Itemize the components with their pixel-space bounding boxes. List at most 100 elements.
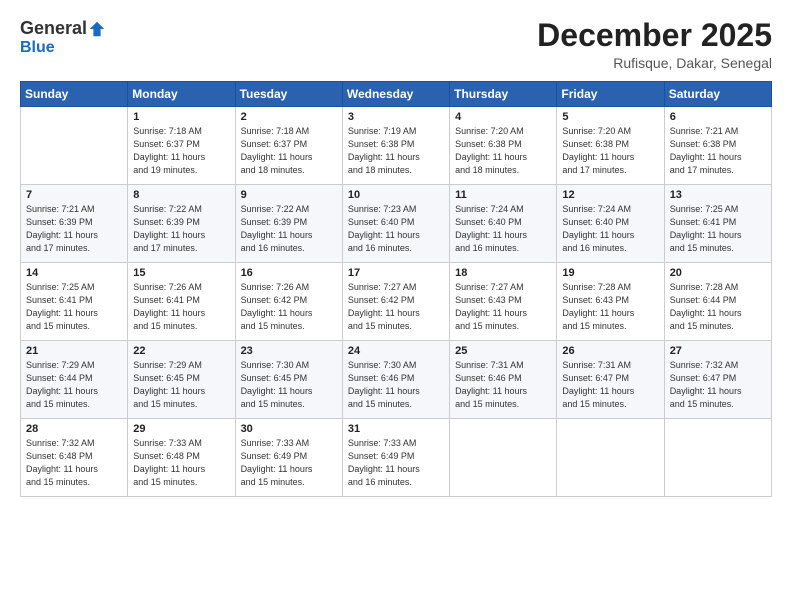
day-header-saturday: Saturday (664, 82, 771, 107)
calendar-cell: 10 Sunrise: 7:23 AMSunset: 6:40 PMDayligh… (342, 185, 449, 263)
day-number: 6 (670, 111, 766, 123)
day-number: 16 (241, 267, 337, 279)
calendar-cell: 20 Sunrise: 7:28 AMSunset: 6:44 PMDayligh… (664, 263, 771, 341)
day-info: Sunrise: 7:33 AMSunset: 6:49 PMDaylight:… (348, 437, 444, 489)
month-title: December 2025 (537, 18, 772, 53)
logo-icon (88, 20, 106, 38)
calendar-cell: 17 Sunrise: 7:27 AMSunset: 6:42 PMDayligh… (342, 263, 449, 341)
calendar: SundayMondayTuesdayWednesdayThursdayFrid… (20, 81, 772, 497)
calendar-cell: 30Sunrise: 7:33 AMSunset: 6:49 PMDayligh… (235, 419, 342, 497)
calendar-cell: 2 Sunrise: 7:18 AMSunset: 6:37 PMDaylight… (235, 107, 342, 185)
day-number: 2 (241, 111, 337, 123)
day-info: Sunrise: 7:31 AMSunset: 6:46 PMDaylight:… (455, 359, 551, 411)
day-number: 10 (348, 189, 444, 201)
day-number: 20 (670, 267, 766, 279)
calendar-cell: 27Sunrise: 7:32 AMSunset: 6:47 PMDayligh… (664, 341, 771, 419)
page: General Blue December 2025 Rufisque, Dak… (0, 0, 792, 612)
calendar-cell: 23 Sunrise: 7:30 AMSunset: 6:45 PMDayligh… (235, 341, 342, 419)
day-info: Sunrise: 7:25 AMSunset: 6:41 PMDaylight:… (26, 281, 122, 333)
day-info: Sunrise: 7:32 AMSunset: 6:47 PMDaylight:… (670, 359, 766, 411)
calendar-cell (664, 419, 771, 497)
day-info: Sunrise: 7:27 AMSunset: 6:42 PMDaylight:… (348, 281, 444, 333)
calendar-cell: 13Sunrise: 7:25 AMSunset: 6:41 PMDayligh… (664, 185, 771, 263)
day-info: Sunrise: 7:29 AMSunset: 6:44 PMDaylight:… (26, 359, 122, 411)
calendar-week-5: 28 Sunrise: 7:32 AMSunset: 6:48 PMDayligh… (21, 419, 772, 497)
calendar-cell: 15 Sunrise: 7:26 AMSunset: 6:41 PMDayligh… (128, 263, 235, 341)
day-info: Sunrise: 7:23 AMSunset: 6:40 PMDaylight:… (348, 203, 444, 255)
day-info: Sunrise: 7:18 AMSunset: 6:37 PMDaylight:… (241, 125, 337, 177)
day-number: 7 (26, 189, 122, 201)
calendar-header-row: SundayMondayTuesdayWednesdayThursdayFrid… (21, 82, 772, 107)
calendar-cell: 6 Sunrise: 7:21 AMSunset: 6:38 PMDaylight… (664, 107, 771, 185)
day-number: 24 (348, 345, 444, 357)
day-number: 21 (26, 345, 122, 357)
day-number: 3 (348, 111, 444, 123)
day-info: Sunrise: 7:24 AMSunset: 6:40 PMDaylight:… (562, 203, 658, 255)
day-number: 25 (455, 345, 551, 357)
day-info: Sunrise: 7:28 AMSunset: 6:43 PMDaylight:… (562, 281, 658, 333)
calendar-cell (21, 107, 128, 185)
calendar-cell: 8Sunrise: 7:22 AMSunset: 6:39 PMDaylight… (128, 185, 235, 263)
calendar-cell: 3 Sunrise: 7:19 AMSunset: 6:38 PMDaylight… (342, 107, 449, 185)
day-number: 4 (455, 111, 551, 123)
calendar-cell: 25 Sunrise: 7:31 AMSunset: 6:46 PMDayligh… (450, 341, 557, 419)
calendar-cell: 1 Sunrise: 7:18 AMSunset: 6:37 PMDaylight… (128, 107, 235, 185)
calendar-cell: 16 Sunrise: 7:26 AMSunset: 6:42 PMDayligh… (235, 263, 342, 341)
day-header-friday: Friday (557, 82, 664, 107)
day-header-monday: Monday (128, 82, 235, 107)
calendar-cell: 9Sunrise: 7:22 AMSunset: 6:39 PMDaylight… (235, 185, 342, 263)
day-info: Sunrise: 7:32 AMSunset: 6:48 PMDaylight:… (26, 437, 122, 489)
location: Rufisque, Dakar, Senegal (537, 55, 772, 71)
day-info: Sunrise: 7:30 AMSunset: 6:46 PMDaylight:… (348, 359, 444, 411)
day-number: 18 (455, 267, 551, 279)
day-info: Sunrise: 7:20 AMSunset: 6:38 PMDaylight:… (562, 125, 658, 177)
calendar-cell: 31 Sunrise: 7:33 AMSunset: 6:49 PMDayligh… (342, 419, 449, 497)
calendar-cell: 28 Sunrise: 7:32 AMSunset: 6:48 PMDayligh… (21, 419, 128, 497)
calendar-week-2: 7 Sunrise: 7:21 AMSunset: 6:39 PMDaylight… (21, 185, 772, 263)
day-number: 5 (562, 111, 658, 123)
day-info: Sunrise: 7:26 AMSunset: 6:41 PMDaylight:… (133, 281, 229, 333)
day-info: Sunrise: 7:27 AMSunset: 6:43 PMDaylight:… (455, 281, 551, 333)
day-info: Sunrise: 7:33 AMSunset: 6:48 PMDaylight:… (133, 437, 229, 489)
day-number: 12 (562, 189, 658, 201)
calendar-cell: 29Sunrise: 7:33 AMSunset: 6:48 PMDayligh… (128, 419, 235, 497)
header: General Blue December 2025 Rufisque, Dak… (20, 18, 772, 71)
calendar-week-4: 21 Sunrise: 7:29 AMSunset: 6:44 PMDayligh… (21, 341, 772, 419)
day-info: Sunrise: 7:18 AMSunset: 6:37 PMDaylight:… (133, 125, 229, 177)
day-number: 9 (241, 189, 337, 201)
day-number: 28 (26, 423, 122, 435)
day-number: 19 (562, 267, 658, 279)
day-info: Sunrise: 7:28 AMSunset: 6:44 PMDaylight:… (670, 281, 766, 333)
calendar-cell: 22Sunrise: 7:29 AMSunset: 6:45 PMDayligh… (128, 341, 235, 419)
day-info: Sunrise: 7:21 AMSunset: 6:38 PMDaylight:… (670, 125, 766, 177)
day-number: 31 (348, 423, 444, 435)
calendar-cell (450, 419, 557, 497)
day-number: 14 (26, 267, 122, 279)
logo-blue-text: Blue (20, 39, 55, 56)
day-header-sunday: Sunday (21, 82, 128, 107)
day-number: 30 (241, 423, 337, 435)
day-info: Sunrise: 7:29 AMSunset: 6:45 PMDaylight:… (133, 359, 229, 411)
day-number: 23 (241, 345, 337, 357)
calendar-cell: 14 Sunrise: 7:25 AMSunset: 6:41 PMDayligh… (21, 263, 128, 341)
day-info: Sunrise: 7:19 AMSunset: 6:38 PMDaylight:… (348, 125, 444, 177)
day-number: 1 (133, 111, 229, 123)
calendar-cell: 11 Sunrise: 7:24 AMSunset: 6:40 PMDayligh… (450, 185, 557, 263)
calendar-week-3: 14 Sunrise: 7:25 AMSunset: 6:41 PMDayligh… (21, 263, 772, 341)
day-info: Sunrise: 7:20 AMSunset: 6:38 PMDaylight:… (455, 125, 551, 177)
day-number: 8 (133, 189, 229, 201)
calendar-cell: 26Sunrise: 7:31 AMSunset: 6:47 PMDayligh… (557, 341, 664, 419)
day-info: Sunrise: 7:26 AMSunset: 6:42 PMDaylight:… (241, 281, 337, 333)
day-number: 13 (670, 189, 766, 201)
calendar-cell: 7 Sunrise: 7:21 AMSunset: 6:39 PMDaylight… (21, 185, 128, 263)
day-number: 11 (455, 189, 551, 201)
logo-general-text: General (20, 18, 87, 39)
day-info: Sunrise: 7:21 AMSunset: 6:39 PMDaylight:… (26, 203, 122, 255)
day-info: Sunrise: 7:30 AMSunset: 6:45 PMDaylight:… (241, 359, 337, 411)
day-header-thursday: Thursday (450, 82, 557, 107)
calendar-cell: 12 Sunrise: 7:24 AMSunset: 6:40 PMDayligh… (557, 185, 664, 263)
day-number: 15 (133, 267, 229, 279)
calendar-cell: 5 Sunrise: 7:20 AMSunset: 6:38 PMDaylight… (557, 107, 664, 185)
day-number: 17 (348, 267, 444, 279)
day-info: Sunrise: 7:24 AMSunset: 6:40 PMDaylight:… (455, 203, 551, 255)
